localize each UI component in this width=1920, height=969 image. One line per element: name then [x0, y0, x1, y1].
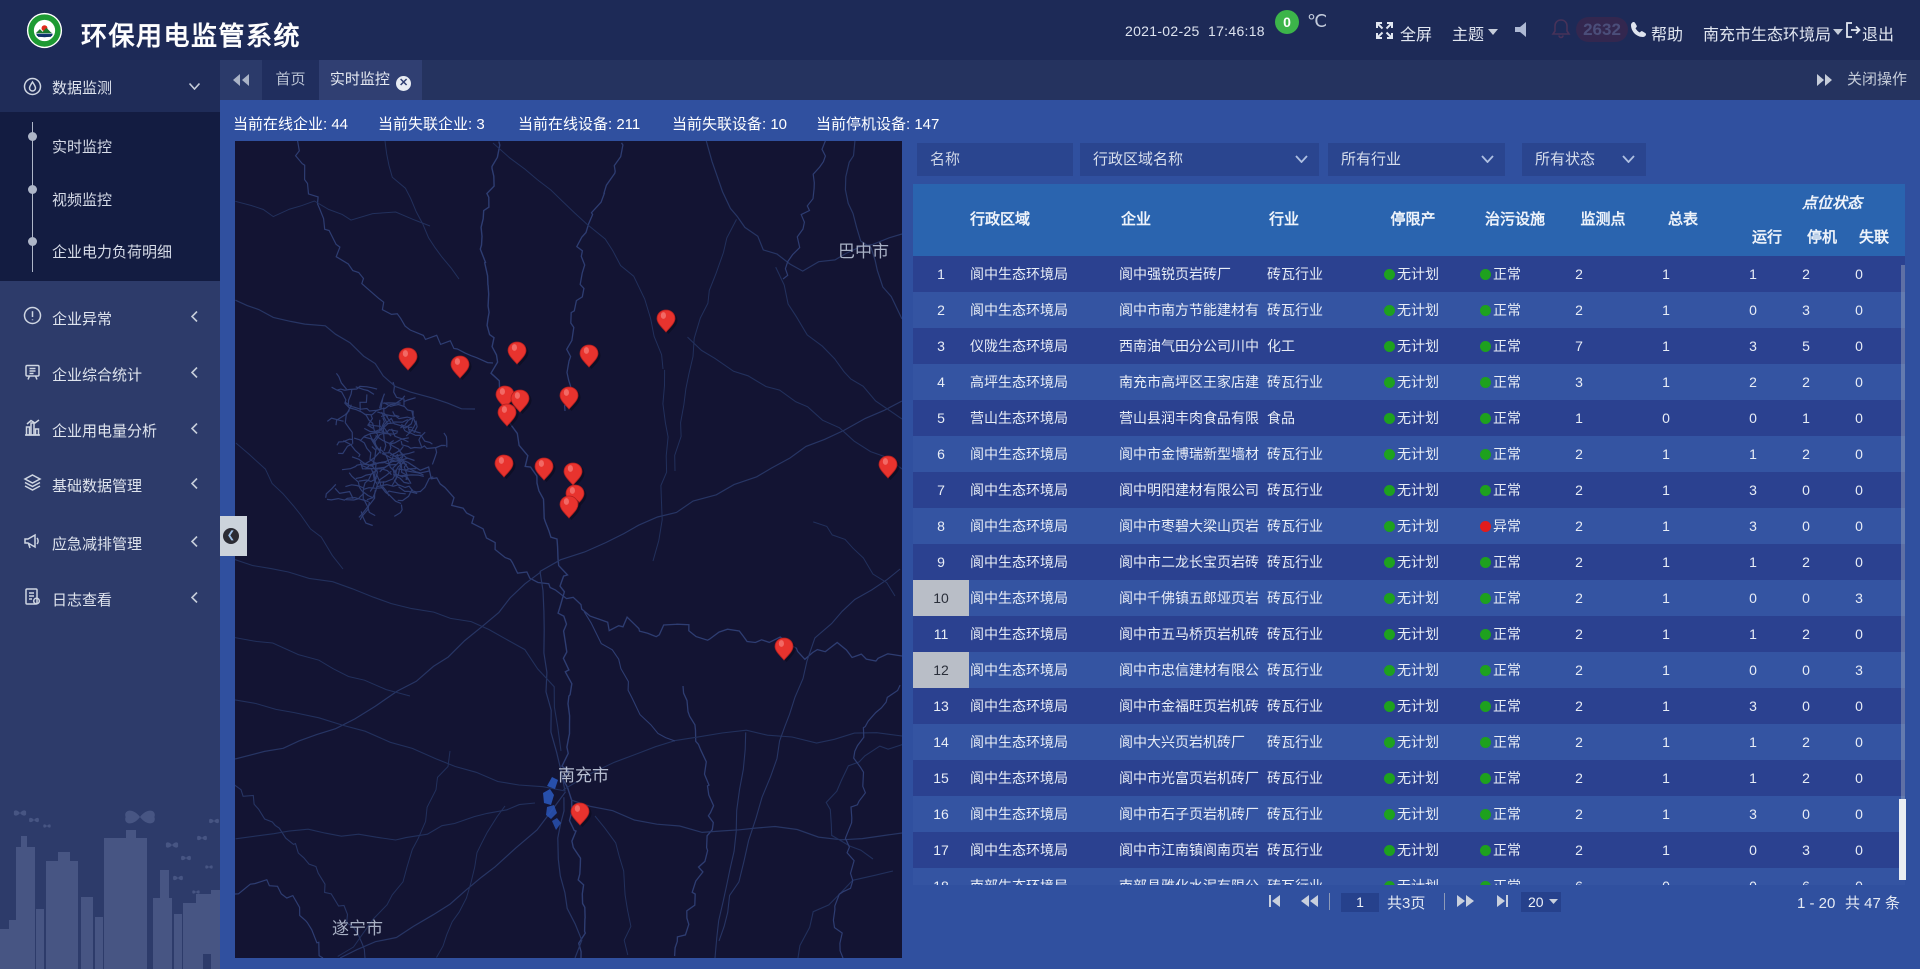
svg-text:共3页: 共3页	[1387, 895, 1425, 912]
svg-text:遂宁市: 遂宁市	[332, 919, 383, 938]
svg-text:1 - 20: 1 - 20	[1797, 895, 1835, 912]
svg-text:20: 20	[1528, 894, 1544, 910]
svg-text:巴中市: 巴中市	[838, 242, 889, 261]
svg-text:1: 1	[1356, 894, 1364, 910]
svg-text:南充市: 南充市	[558, 766, 609, 785]
svg-text:共 47 条: 共 47 条	[1845, 895, 1900, 912]
